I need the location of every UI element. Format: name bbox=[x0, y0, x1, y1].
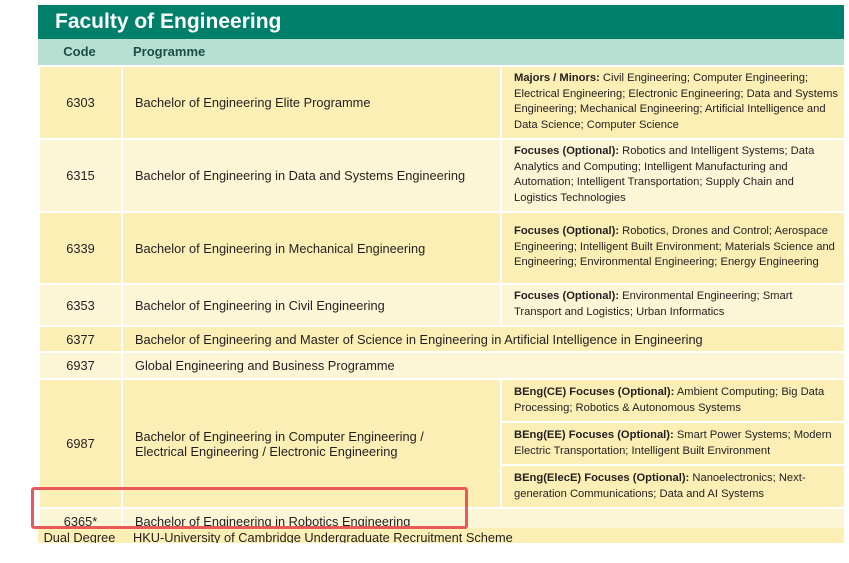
column-header-row: Code Programme bbox=[38, 39, 844, 65]
programme-notes: Majors / Minors: Civil Engineering; Comp… bbox=[500, 65, 846, 140]
notes-label: Focuses (Optional): bbox=[514, 225, 620, 238]
faculty-title: Faculty of Engineering bbox=[38, 5, 844, 39]
programme-notes: BEng(CE) Focuses (Optional): Ambient Com… bbox=[500, 378, 846, 423]
programme-notes: BEng(EE) Focuses (Optional): Smart Power… bbox=[500, 421, 846, 466]
programme-column-header: Programme bbox=[133, 44, 206, 59]
page-bottom-margin bbox=[0, 543, 849, 563]
programme-code: 6377 bbox=[38, 325, 123, 353]
table-row: 6339 Bachelor of Engineering in Mechanic… bbox=[38, 211, 846, 285]
programme-name: Bachelor of Engineering and Master of Sc… bbox=[121, 325, 846, 353]
notes-label: Majors / Minors: bbox=[514, 72, 600, 84]
notes-label: Focuses (Optional): bbox=[514, 290, 620, 302]
notes-label: BEng(CE) Focuses (Optional): bbox=[514, 386, 675, 398]
programme-code: 6339 bbox=[38, 211, 123, 285]
programme-code: 6353 bbox=[38, 283, 123, 327]
programme-name: Bachelor of Engineering in Civil Enginee… bbox=[121, 283, 502, 327]
programme-code: 6303 bbox=[38, 65, 123, 140]
table-row: 6377 Bachelor of Engineering and Master … bbox=[38, 325, 846, 353]
programme-name: Bachelor of Engineering in Computer Engi… bbox=[121, 378, 502, 509]
table-row: 6315 Bachelor of Engineering in Data and… bbox=[38, 138, 846, 213]
programme-name-line: Bachelor of Engineering in Computer Engi… bbox=[135, 428, 424, 444]
table-row: 6353 Bachelor of Engineering in Civil En… bbox=[38, 283, 846, 327]
programme-name: Bachelor of Engineering Elite Programme bbox=[121, 65, 502, 140]
programme-name: Global Engineering and Business Programm… bbox=[121, 351, 846, 380]
notes-label: BEng(ElecE) Focuses (Optional): bbox=[514, 472, 690, 484]
programme-name: Bachelor of Engineering in Data and Syst… bbox=[121, 138, 502, 213]
programme-notes: Focuses (Optional): Environmental Engine… bbox=[500, 283, 846, 327]
programme-name-line: Electrical Engineering / Electronic Engi… bbox=[135, 443, 398, 459]
notes-label: BEng(EE) Focuses (Optional): bbox=[514, 429, 674, 441]
programme-code: 6987 bbox=[38, 378, 123, 509]
programme-table: 6303 Bachelor of Engineering Elite Progr… bbox=[38, 65, 846, 535]
programme-notes: Focuses (Optional): Robotics and Intelli… bbox=[500, 138, 846, 213]
programme-code: 6937 bbox=[38, 351, 123, 380]
programme-notes: BEng(ElecE) Focuses (Optional): Nanoelec… bbox=[500, 464, 846, 509]
table-row: 6987 Bachelor of Engineering in Computer… bbox=[38, 378, 846, 509]
programme-code: 6315 bbox=[38, 138, 123, 213]
code-column-header: Code bbox=[63, 44, 96, 59]
table-row: 6303 Bachelor of Engineering Elite Progr… bbox=[38, 65, 846, 140]
notes-label: Focuses (Optional): bbox=[514, 145, 620, 157]
table-row: 6937 Global Engineering and Business Pro… bbox=[38, 351, 846, 380]
programme-name: Bachelor of Engineering in Mechanical En… bbox=[121, 211, 502, 285]
programme-notes: Focuses (Optional): Robotics, Drones and… bbox=[500, 211, 846, 285]
